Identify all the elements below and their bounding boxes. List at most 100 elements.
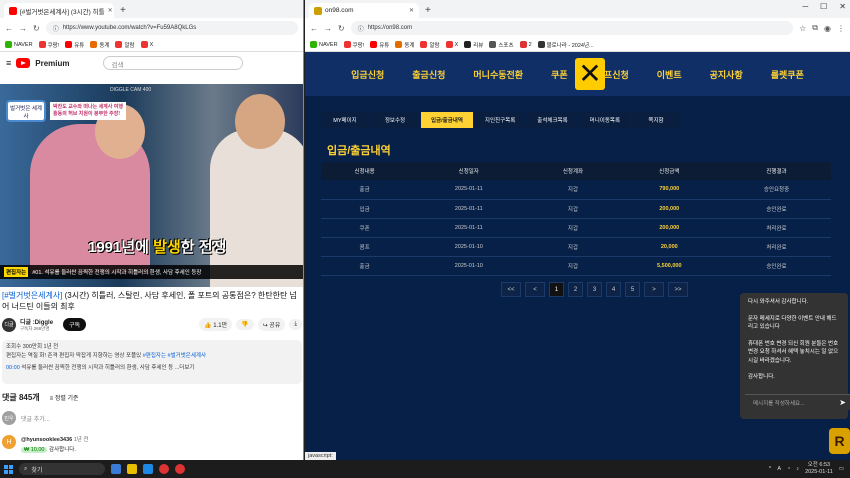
forward-icon[interactable]: →: [324, 24, 332, 33]
reload-icon[interactable]: ↻: [338, 24, 345, 33]
coupang-icon: [343, 41, 351, 48]
page-3[interactable]: 3: [587, 282, 602, 297]
url-field[interactable]: ⓘ https://www.youtube.com/watch?v=Fu59A8Q…: [45, 21, 298, 35]
sort-button[interactable]: ≡ 정렬 기준: [50, 393, 79, 402]
extensions-icon[interactable]: ⧉: [812, 23, 818, 33]
bookmark-item[interactable]: X: [140, 41, 153, 48]
nav-money-convert[interactable]: 머니수동전환: [459, 68, 537, 81]
nav-deposit[interactable]: 입금신청: [337, 68, 398, 81]
site-badge-icon[interactable]: R: [829, 428, 850, 454]
chat-input[interactable]: 메시지를 작성하세요... ➤: [745, 394, 850, 410]
network-icon[interactable]: ◔: [787, 466, 790, 472]
bookmark-item[interactable]: NAVER: [310, 41, 338, 48]
bookmark-item[interactable]: 2: [519, 41, 532, 48]
close-tab-icon[interactable]: ✕: [108, 7, 113, 14]
bookmark-item[interactable]: X: [445, 41, 458, 48]
bookmark-item[interactable]: 알람: [420, 41, 440, 49]
subnav-mypage[interactable]: MY페이지: [321, 112, 369, 128]
page-5[interactable]: 5: [625, 282, 640, 297]
url-field[interactable]: ⓘ https://on98.com: [350, 21, 794, 35]
minimize-icon[interactable]: ─: [802, 2, 808, 11]
edge-icon[interactable]: [143, 464, 153, 474]
profile-icon[interactable]: ◉: [824, 24, 831, 33]
page-prev[interactable]: <: [525, 282, 545, 297]
like-button[interactable]: 👍 1.1만: [199, 318, 233, 331]
nav-notice[interactable]: 공지사항: [696, 68, 757, 81]
close-popup-button[interactable]: ✕: [575, 58, 605, 90]
subnav-messages[interactable]: 쪽지함: [632, 112, 681, 128]
description-box[interactable]: 조회수 300만회 1년 전 편집자는 역질 화! 존격 편집자 딱잡게 지향하…: [2, 340, 302, 384]
window-controls: ─ ☐ ✕: [802, 2, 846, 11]
page-next[interactable]: >: [644, 282, 664, 297]
bookmark-item[interactable]: 쿠팡!: [343, 41, 364, 49]
bookmark-item[interactable]: 알람: [115, 41, 135, 49]
taskview-icon[interactable]: [111, 464, 121, 474]
chrome-icon[interactable]: [159, 464, 169, 474]
taskbar-search[interactable]: ⌕ 찾기: [19, 463, 105, 475]
close-window-icon[interactable]: ✕: [839, 2, 846, 11]
maximize-icon[interactable]: ☐: [820, 2, 827, 11]
chat-message: 휴대폰 번호 변경 되신 회원 분들은 번호 변경 요청 하셔서 혜택 놓치시는…: [748, 340, 839, 364]
subnav-money-move[interactable]: 머니이동목록: [579, 112, 631, 128]
site-info-icon[interactable]: ⓘ: [358, 24, 364, 33]
subnav-attendance[interactable]: 출석체크목록: [527, 112, 578, 128]
menu-icon[interactable]: ≡: [6, 58, 11, 68]
windows-start-icon[interactable]: [4, 464, 13, 474]
video-player[interactable]: DIGGLE CAM 400 벌거벗은 세계사 박찬도 교수와 떠나는 세계사 …: [0, 84, 303, 287]
back-icon[interactable]: ←: [5, 24, 13, 33]
nav-roulette-coupon[interactable]: 룰렛쿠폰: [757, 68, 818, 81]
commenter-name[interactable]: @hyunsooklee3436: [21, 437, 72, 443]
bookmark-item[interactable]: 스포츠: [489, 41, 514, 49]
notification-icon[interactable]: ▭: [839, 466, 844, 472]
timestamp-link[interactable]: 00:00: [6, 365, 20, 371]
new-tab-icon[interactable]: +: [425, 5, 431, 16]
tab-on98[interactable]: on98.com ✕: [309, 3, 419, 18]
youtube-logo-icon[interactable]: [16, 58, 31, 68]
page-4[interactable]: 4: [606, 282, 621, 297]
page-1[interactable]: 1: [549, 282, 564, 297]
bookmark-item[interactable]: NAVER: [5, 41, 33, 48]
page-2[interactable]: 2: [568, 282, 583, 297]
page-first[interactable]: <<: [501, 282, 521, 297]
bookmark-item[interactable]: 유튜: [65, 41, 84, 49]
channel-avatar[interactable]: 디글: [2, 317, 16, 332]
back-icon[interactable]: ←: [310, 24, 318, 33]
volume-icon[interactable]: ♪: [796, 466, 799, 472]
language-indicator[interactable]: A: [777, 466, 781, 472]
forward-icon[interactable]: →: [19, 24, 27, 33]
reload-icon[interactable]: ↻: [33, 24, 40, 33]
tab-youtube[interactable]: [#벌거벗은세계사] (3시간) 히틀 ✕: [4, 3, 114, 18]
site-info-icon[interactable]: ⓘ: [53, 24, 59, 33]
commenter-avatar[interactable]: H: [2, 435, 16, 449]
title-hashtag-link[interactable]: [#벌거벗은세계사]: [2, 291, 62, 300]
share-button[interactable]: ↪ 공유: [257, 318, 286, 331]
chevron-up-icon[interactable]: ^: [769, 466, 772, 472]
channel-name[interactable]: 디글 :Diggle: [20, 317, 53, 326]
nav-withdraw[interactable]: 출금신청: [398, 68, 459, 81]
add-comment-input[interactable]: 댓글 추가...: [21, 414, 50, 423]
subnav-history[interactable]: 입금/출금내역: [421, 112, 473, 128]
download-button[interactable]: ⤓: [289, 319, 302, 330]
nav-event[interactable]: 이벤트: [643, 68, 696, 81]
bookmark-item[interactable]: 유튜: [370, 41, 389, 49]
close-tab-icon[interactable]: ✕: [409, 7, 414, 14]
page-last[interactable]: >>: [668, 282, 688, 297]
search-input[interactable]: 검색: [102, 56, 243, 70]
chrome-icon-2[interactable]: [175, 464, 185, 474]
bookmark-item[interactable]: 블로나라 - 2024년...: [537, 41, 594, 49]
browser-menu-icon[interactable]: ⋮: [837, 24, 845, 33]
subnav-edit-info[interactable]: 정보수정: [371, 112, 419, 128]
hashtags-link[interactable]: #편집자는 #벌거벗은세계사: [143, 353, 206, 359]
bookmark-star-icon[interactable]: ☆: [799, 24, 806, 33]
new-tab-icon[interactable]: +: [120, 5, 126, 16]
dislike-button[interactable]: 👎: [236, 319, 254, 330]
bookmark-item[interactable]: 리뷰: [464, 41, 483, 49]
clock[interactable]: 오전 6:53 2025-01-11: [805, 462, 833, 476]
send-icon[interactable]: ➤: [839, 398, 846, 407]
bookmark-item[interactable]: 쿠팡!: [38, 41, 59, 49]
file-explorer-icon[interactable]: [127, 464, 137, 474]
bookmark-item[interactable]: 동계: [395, 41, 414, 49]
subscribe-button[interactable]: 구독: [63, 318, 87, 331]
subnav-friends[interactable]: 지인친구목록: [474, 112, 526, 128]
bookmark-item[interactable]: 동계: [90, 41, 109, 49]
